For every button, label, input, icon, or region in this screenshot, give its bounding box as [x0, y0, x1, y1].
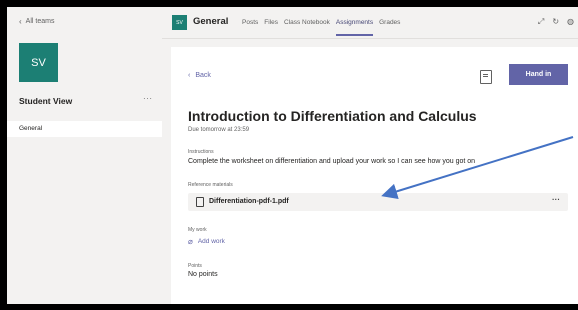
tab-files[interactable]: Files	[264, 19, 278, 26]
chevron-left-icon: ‹	[188, 72, 191, 79]
channel-label: General	[19, 125, 43, 132]
team-more-options-icon[interactable]: ···	[143, 94, 153, 103]
all-teams-label: All teams	[25, 18, 55, 25]
reference-materials-label: Reference materials	[188, 182, 233, 188]
points-value: No points	[188, 271, 218, 278]
file-icon	[196, 197, 204, 207]
my-work-label: My work	[188, 227, 207, 233]
team-name: Student View	[19, 96, 73, 106]
team-avatar[interactable]: SV	[19, 43, 58, 82]
add-work-button[interactable]: ⌀ Add work	[188, 237, 225, 246]
channel-tabs: Posts Files Class Notebook Assignments G…	[242, 19, 400, 36]
instructions-text: Complete the worksheet on differentiatio…	[188, 158, 476, 165]
paperclip-icon: ⌀	[188, 237, 193, 246]
due-date: Due tomorrow at 23:59	[188, 127, 250, 133]
assignment-title: Introduction to Differentiation and Calc…	[188, 108, 477, 124]
add-work-label: Add work	[197, 238, 225, 245]
channel-item-general[interactable]: General	[7, 121, 162, 137]
main-area: SV General Posts Files Class Notebook As…	[162, 7, 578, 304]
reference-file-name[interactable]: Differentiation-pdf-1.pdf	[209, 198, 289, 205]
channel-avatar: SV	[172, 15, 187, 30]
tab-grades[interactable]: Grades	[379, 19, 400, 26]
chevron-left-icon: ‹	[19, 17, 22, 26]
all-teams-link[interactable]: ‹ All teams	[19, 17, 54, 26]
globe-icon[interactable]: ◍	[567, 17, 574, 27]
immersive-reader-icon[interactable]	[480, 70, 492, 84]
instructions-label: Instructions	[188, 149, 214, 155]
tab-assignments[interactable]: Assignments	[335, 19, 374, 36]
teams-window: ‹ All teams SV Student View ··· General …	[7, 7, 578, 304]
reference-file-item[interactable]: Differentiation-pdf-1.pdf ···	[188, 193, 568, 211]
refresh-icon[interactable]: ↻	[552, 17, 559, 27]
file-more-options-icon[interactable]: ···	[552, 195, 560, 204]
team-sidebar: ‹ All teams SV Student View ··· General	[7, 7, 162, 304]
channel-title: General	[193, 16, 229, 27]
back-button[interactable]: ‹ Back	[188, 72, 211, 79]
header-icons: ⤢ ↻ ◍	[538, 17, 574, 27]
channel-header: SV General Posts Files Class Notebook As…	[162, 7, 578, 39]
back-label: Back	[195, 72, 211, 79]
assignment-card: ‹ Back Hand in Introduction to Different…	[171, 47, 578, 304]
tab-posts[interactable]: Posts	[242, 19, 258, 26]
tab-class-notebook[interactable]: Class Notebook	[284, 19, 330, 26]
expand-icon[interactable]: ⤢	[538, 17, 544, 27]
points-label: Points	[188, 263, 202, 269]
hand-in-button[interactable]: Hand in	[509, 64, 568, 85]
